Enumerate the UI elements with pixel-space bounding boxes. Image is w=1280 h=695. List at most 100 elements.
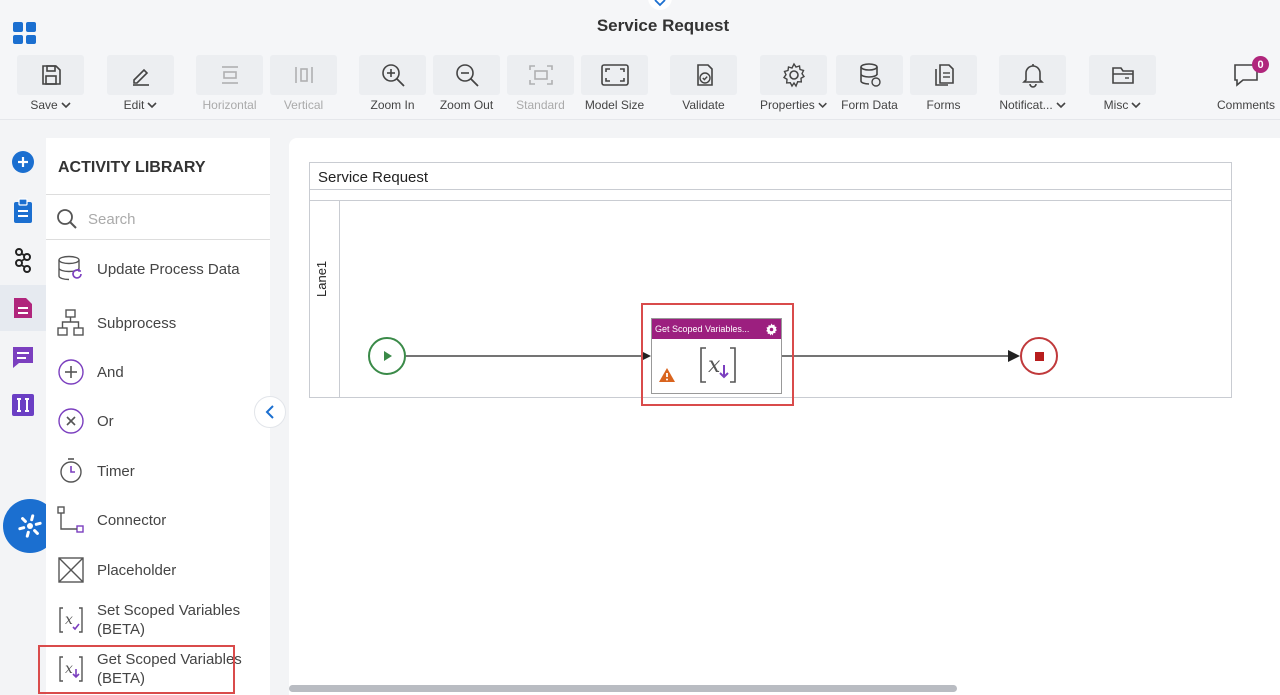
vertical-button[interactable]: Vertical (270, 55, 337, 113)
zoom-out-icon (455, 64, 479, 87)
stop-icon (1034, 351, 1044, 361)
library-item-label: Timer (97, 462, 135, 480)
logo-icon (18, 514, 42, 538)
align-horizontal-icon (221, 66, 238, 84)
divider (46, 239, 270, 240)
save-button[interactable]: Save (17, 55, 84, 113)
notifications-button[interactable]: Notificat... (999, 55, 1066, 113)
library-item-label: Placeholder (97, 561, 177, 579)
rail-tools-button[interactable] (0, 382, 46, 428)
standard-size-icon (528, 65, 553, 85)
library-item-label: Set Scoped Variables (BETA) (97, 602, 241, 638)
validate-button[interactable]: Validate (670, 55, 737, 113)
chevron-down-icon (1131, 101, 1141, 108)
collapse-header-button[interactable] (648, 0, 672, 10)
rail-process-button[interactable] (0, 237, 46, 283)
rail-chat-button[interactable] (0, 334, 46, 380)
zoom-out-button[interactable]: Zoom Out (433, 55, 500, 113)
or-gateway-icon (58, 408, 84, 434)
horizontal-button[interactable]: Horizontal (196, 55, 263, 113)
pool[interactable]: Service Request Lane1 Get Scoped Variabl… (309, 162, 1232, 406)
pool-title: Service Request (310, 163, 1231, 190)
clipboard-icon (14, 198, 32, 223)
fit-screen-icon (600, 64, 629, 86)
chevron-down-icon (147, 101, 157, 108)
highlight-box (641, 303, 794, 406)
search-input[interactable]: Search (88, 211, 136, 228)
vertical-label: Vertical (283, 98, 324, 112)
chevron-left-icon (265, 405, 274, 419)
misc-label: Misc (1103, 98, 1129, 112)
standard-button[interactable]: Standard (507, 55, 574, 113)
update-process-data-icon (58, 255, 82, 281)
page-title: Service Request (596, 16, 730, 35)
chat-icon (13, 347, 33, 368)
activity-library-panel: ACTIVITY LIBRARY Search Update Process D… (46, 138, 270, 695)
play-icon (384, 351, 392, 361)
library-item-connector[interactable]: Connector (56, 505, 256, 535)
library-item-label: Connector (97, 511, 167, 529)
library-item-subprocess[interactable]: Subprocess (56, 308, 256, 338)
form-data-button[interactable]: Form Data (836, 55, 903, 113)
library-title: ACTIVITY LIBRARY (58, 159, 206, 176)
library-item-and[interactable]: And (56, 357, 256, 387)
zoom-out-label: Zoom Out (439, 98, 494, 112)
standard-label: Standard (516, 98, 565, 112)
library-search[interactable]: Search (56, 206, 266, 232)
model-size-button[interactable]: Model Size (581, 55, 648, 113)
tools-icon (12, 394, 34, 416)
end-event[interactable] (1020, 337, 1058, 375)
lane[interactable]: Lane1 Get Scoped Variables... x (310, 200, 1231, 406)
placeholder-icon (58, 557, 84, 583)
and-gateway-icon (58, 359, 84, 385)
library-item-or[interactable]: Or (56, 406, 256, 436)
library-item-label: Update Process Data (97, 260, 240, 278)
library-item-set-scoped-variables[interactable]: x Set Scoped Variables (BETA) (56, 601, 256, 639)
collapse-library-button[interactable] (254, 396, 286, 428)
rail-add-button[interactable] (0, 139, 46, 185)
set-scoped-variables-icon: x (59, 607, 83, 633)
folder-icon (1111, 67, 1134, 84)
horizontal-scrollbar[interactable] (289, 685, 957, 692)
validate-icon (696, 64, 713, 86)
horizontal-label: Horizontal (202, 98, 257, 112)
properties-button[interactable]: Properties (760, 55, 827, 113)
form-icon (14, 298, 32, 318)
add-icon (12, 151, 34, 173)
divider (46, 194, 270, 195)
library-item-update-process-data[interactable]: Update Process Data (56, 254, 256, 284)
zoom-in-button[interactable]: Zoom In (359, 55, 426, 113)
subprocess-icon (57, 309, 84, 336)
bell-icon (1021, 64, 1044, 88)
library-item-label: Subprocess (97, 314, 177, 332)
chevron-down-icon (1056, 101, 1066, 108)
align-vertical-icon (294, 67, 313, 83)
zoom-in-label: Zoom In (370, 98, 415, 112)
zoom-in-icon (381, 64, 405, 87)
library-item-timer[interactable]: Timer (56, 456, 256, 486)
process-canvas[interactable]: Service Request Lane1 Get Scoped Variabl… (289, 138, 1280, 695)
highlight-box (38, 645, 235, 694)
edit-button[interactable]: Edit (107, 55, 174, 113)
forms-button[interactable]: Forms (910, 55, 977, 113)
properties-label: Properties (760, 98, 815, 112)
form-data-label: Form Data (841, 98, 898, 112)
chevron-down-icon (654, 0, 666, 7)
search-icon (57, 209, 77, 229)
library-item-label: Or (97, 412, 114, 430)
library-item-label: And (97, 363, 124, 381)
notifications-label: Notificat... (999, 98, 1053, 112)
misc-button[interactable]: Misc (1089, 55, 1156, 113)
rail-clipboard-button[interactable] (0, 188, 46, 234)
timer-icon (60, 458, 82, 483)
rail-form-button[interactable] (0, 285, 46, 331)
save-label: Save (30, 98, 58, 112)
process-icon (15, 248, 31, 273)
comments-count-badge: 0 (1252, 56, 1269, 73)
pencil-icon (132, 68, 149, 86)
model-size-label: Model Size (584, 98, 645, 112)
gear-icon (782, 62, 805, 88)
library-item-placeholder[interactable]: Placeholder (56, 555, 256, 585)
left-rail (0, 138, 46, 695)
start-event[interactable] (368, 337, 406, 375)
